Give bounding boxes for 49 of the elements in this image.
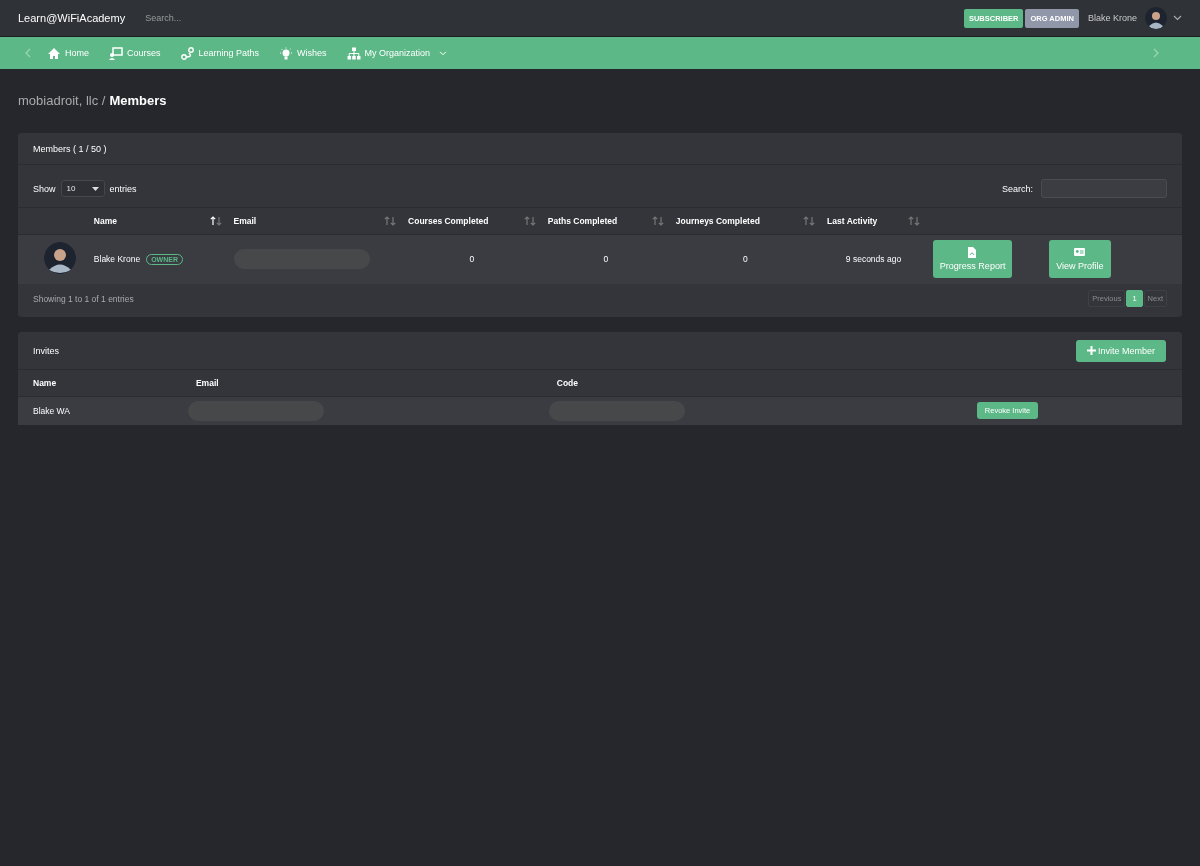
table-cell: 9 seconds ago: [845, 254, 902, 265]
column-header[interactable]: Last Activity: [827, 215, 878, 226]
avatar-icon: [44, 242, 76, 275]
column-header: Code: [556, 377, 579, 388]
page-title: Members: [109, 93, 167, 108]
chevron-down-icon: [1173, 15, 1182, 21]
brand-logo[interactable]: Learn@WiFiAcademy: [18, 12, 126, 24]
column-header[interactable]: Email: [233, 215, 257, 226]
nav-link[interactable]: Learning Paths: [180, 46, 260, 60]
presentation-icon: [109, 46, 123, 60]
plus-icon: [1086, 346, 1096, 355]
member-name: Blake Krone: [93, 254, 141, 265]
nav-link[interactable]: Wishes: [279, 46, 327, 60]
chevron-right-icon: [1153, 48, 1159, 58]
breadcrumb-link[interactable]: mobiadroit, llc /: [18, 93, 106, 108]
chevron-left-icon: [25, 48, 31, 58]
show-label: Show: [33, 183, 56, 194]
column-header[interactable]: Journeys Completed: [675, 215, 760, 226]
column-header: Email: [195, 377, 219, 388]
search-field[interactable]: Search...: [143, 11, 288, 25]
panel-title: Invites: [33, 345, 59, 356]
table-cell: 0: [469, 254, 475, 265]
column-header[interactable]: Paths Completed: [547, 215, 618, 226]
search-label: Search:: [1001, 183, 1033, 194]
lightbulb-icon: [279, 46, 294, 60]
table-cell: 0: [603, 254, 609, 265]
table-info: Showing 1 to 1 of 1 entries: [33, 293, 134, 304]
hierarchy-icon: [346, 46, 361, 60]
page-size-select[interactable]: 10: [60, 180, 105, 197]
invite-member-button[interactable]: Invite Member: [1075, 339, 1166, 362]
user-name[interactable]: Blake Krone: [1087, 13, 1137, 23]
column-header: Name: [33, 377, 57, 388]
column-header[interactable]: Name: [93, 215, 117, 226]
home-icon: [47, 46, 61, 60]
table-cell: Blake WA: [33, 405, 70, 416]
nav-link[interactable]: Home: [47, 46, 89, 60]
avatar-icon: [1145, 7, 1167, 29]
id-card-icon: [1074, 247, 1086, 259]
nav-link[interactable]: Courses: [109, 46, 161, 60]
view-profile-button[interactable]: View Profile: [1049, 240, 1111, 279]
file-pdf-icon: [967, 247, 979, 259]
panel-title: Members ( 1 / 50 ): [33, 143, 107, 154]
caret-down-icon: [91, 186, 99, 191]
nav-link[interactable]: My Organization: [346, 46, 448, 60]
entries-label: entries: [109, 183, 137, 194]
progress-report-button[interactable]: Progress Report: [932, 240, 1013, 279]
column-header[interactable]: Courses Completed: [408, 215, 489, 226]
table-cell: 0: [743, 254, 748, 265]
route-icon: [180, 46, 195, 60]
